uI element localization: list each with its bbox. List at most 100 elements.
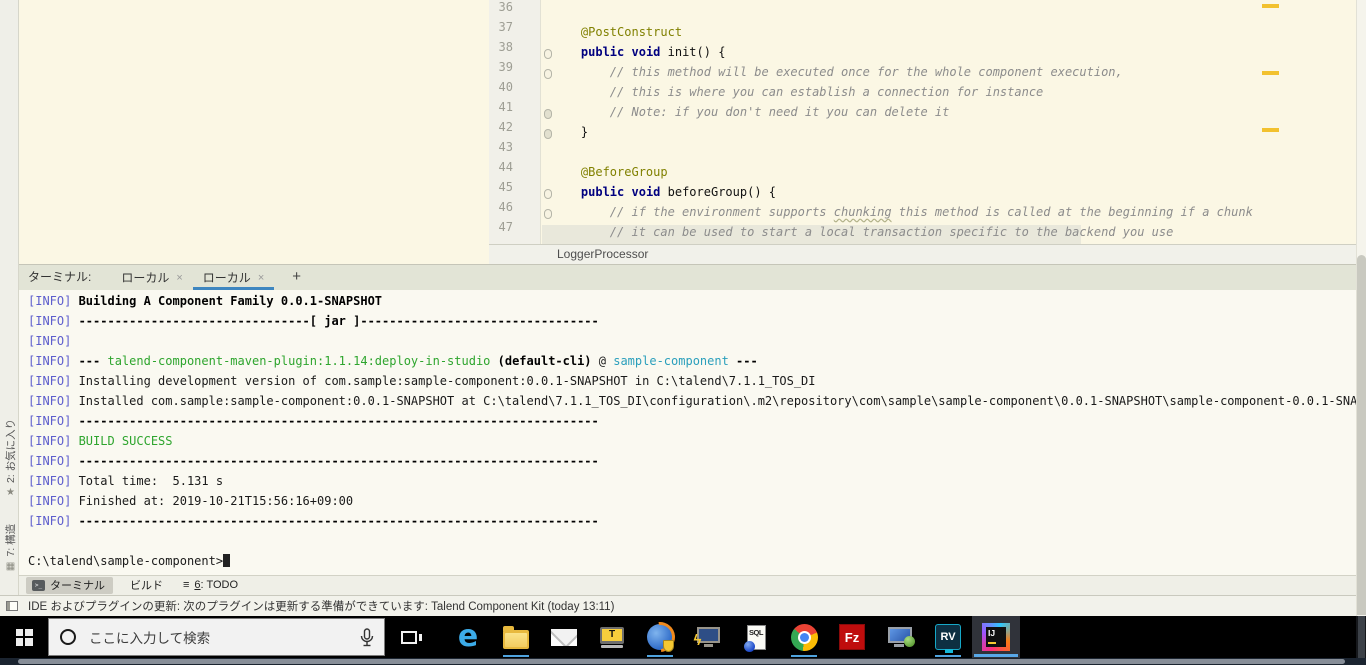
terminal-line: C:\talend\sample-component> xyxy=(28,554,1356,574)
terminal-icon: >_ xyxy=(32,579,45,591)
code-line: // it can be used to start a local trans… xyxy=(609,225,1174,239)
running-indicator xyxy=(647,655,673,657)
sql-icon: SQL xyxy=(743,624,766,652)
toolwindow-toggle-icon[interactable] xyxy=(6,601,18,611)
taskbar-app-mail[interactable] xyxy=(540,616,588,658)
edge-icon: e xyxy=(457,619,479,654)
terminal-line: [INFO] ---------------------------------… xyxy=(28,454,599,468)
close-tab-icon[interactable]: × xyxy=(258,272,264,284)
taskbar-app-pcremote[interactable] xyxy=(876,616,924,658)
terminal-tab-label: ローカル xyxy=(202,271,251,285)
chrome-icon xyxy=(790,623,818,651)
taskbar-search-input[interactable]: ここに入力して検索 xyxy=(48,618,385,656)
taskbar-app-edge[interactable]: e xyxy=(444,616,492,658)
stripe-button-label: 7: 構造 xyxy=(4,523,17,557)
fold-marker[interactable] xyxy=(544,189,552,199)
terminal-tab[interactable]: ローカル × xyxy=(193,265,274,290)
close-tab-icon[interactable]: × xyxy=(176,272,182,284)
terminal-output[interactable]: [INFO] Building A Component Family 0.0.1… xyxy=(19,290,1356,575)
new-terminal-tab-button[interactable]: + xyxy=(286,265,307,290)
taskbar-app-filezilla[interactable]: Fz xyxy=(828,616,876,658)
status-message[interactable]: IDE およびプラグインの更新: 次のプラグインは更新する準備ができています: … xyxy=(28,598,614,614)
fold-marker[interactable] xyxy=(544,69,552,79)
taskbar-app-chrome[interactable] xyxy=(780,616,828,658)
terminal-line: [INFO] ---------------------------------… xyxy=(28,414,599,428)
fold-marker[interactable] xyxy=(544,49,552,59)
fold-marker[interactable] xyxy=(544,129,552,139)
terminal-cursor xyxy=(223,554,231,567)
toolwindow-button-label: 6: TODO xyxy=(194,579,239,591)
code-line: } xyxy=(552,125,589,139)
line-number: 47 xyxy=(498,220,513,234)
line-number: 41 xyxy=(498,100,513,114)
code-line: public void beforeGroup() { xyxy=(580,185,776,199)
code-editor[interactable]: @PostConstruct public void init() { // t… xyxy=(541,5,1356,245)
terminal-header: ターミナル: ローカル × ローカル × + xyxy=(19,264,1356,290)
taskbar-app-teraterm[interactable]: T xyxy=(588,616,636,658)
terminal-label: ターミナル: xyxy=(28,270,92,284)
windows-logo-icon xyxy=(15,628,33,646)
left-toolwindow-stripe: ★ 2: お気に入り ▦ 7: 構造 xyxy=(0,0,19,595)
taskbar-app-realvnc[interactable]: RV xyxy=(924,616,972,658)
taskbar-app-globe[interactable] xyxy=(636,616,684,658)
task-view-icon xyxy=(401,630,422,644)
terminal-line: [INFO] Finished at: 2019-10-21T15:56:16+… xyxy=(28,494,354,508)
terminal-tab-label: ローカル xyxy=(121,271,170,285)
change-marker xyxy=(1262,128,1279,132)
explorer-icon xyxy=(503,625,529,649)
terminal-tab[interactable]: ローカル × xyxy=(111,265,192,290)
toolwindow-button-build[interactable]: ビルド xyxy=(119,577,171,594)
code-line: @PostConstruct xyxy=(580,25,683,39)
line-number: 38 xyxy=(498,40,513,54)
change-marker xyxy=(1262,71,1279,75)
intellij-icon: IJ xyxy=(982,623,1010,651)
task-view-button[interactable] xyxy=(385,616,433,658)
line-number: 36 xyxy=(498,0,513,14)
toolwindow-button-terminal[interactable]: >_ ターミナル xyxy=(26,577,113,594)
toolwindow-button-label: ターミナル xyxy=(50,580,105,592)
stripe-button-favorites[interactable]: ★ 2: お気に入り xyxy=(3,419,17,498)
start-button[interactable] xyxy=(0,616,48,658)
editor-tab-bar: LoggerProcessor xyxy=(489,244,1356,264)
terminal-line: [INFO] BUILD SUCCESS xyxy=(28,434,173,448)
mail-icon xyxy=(551,628,577,646)
terminal-line: [INFO] Total time: 5.131 s xyxy=(28,474,224,488)
horizontal-scrollbar-thumb[interactable] xyxy=(18,659,1345,664)
fold-marker[interactable] xyxy=(544,109,552,119)
vertical-scrollbar-thumb-dark[interactable] xyxy=(1358,616,1365,658)
terminal-line: [INFO] --- talend-component-maven-plugin… xyxy=(28,354,758,368)
pclight-icon: ϟ xyxy=(694,627,720,649)
terminal-line: [INFO] ---------------------------------… xyxy=(28,514,599,528)
structure-icon: ▦ xyxy=(5,560,15,572)
todo-icon: ≡ xyxy=(183,579,190,591)
taskbar-app-sql[interactable]: SQL xyxy=(732,616,780,658)
running-indicator xyxy=(974,654,1018,657)
line-number: 44 xyxy=(498,160,513,174)
running-indicator xyxy=(791,655,817,657)
taskbar-app-explorer[interactable] xyxy=(492,616,540,658)
terminal-tabs: ローカル × ローカル × xyxy=(111,265,274,290)
toolwindow-button-todo[interactable]: ≡ 6: TODO xyxy=(177,577,246,594)
cortana-icon xyxy=(60,629,76,645)
vertical-scrollbar-thumb[interactable] xyxy=(1357,255,1366,615)
stripe-button-structure[interactable]: ▦ 7: 構造 xyxy=(3,523,17,572)
filezilla-icon: Fz xyxy=(839,624,865,650)
pcremote-icon xyxy=(888,627,915,647)
terminal-line: [INFO] Building A Component Family 0.0.1… xyxy=(28,294,383,308)
change-marker xyxy=(1262,4,1279,8)
editor-tab-loggerprocessor[interactable]: LoggerProcessor xyxy=(489,245,648,263)
windows-taskbar: ここに入力して検索 e Tϟ SQL Fz RV IJ xyxy=(0,616,1366,658)
microphone-icon[interactable] xyxy=(360,628,374,648)
taskbar-app-pclight[interactable]: ϟ xyxy=(684,616,732,658)
realvnc-icon: RV xyxy=(935,624,961,653)
search-placeholder: ここに入力して検索 xyxy=(89,631,211,646)
fold-marker[interactable] xyxy=(544,209,552,219)
taskbar-app-intellij[interactable]: IJ xyxy=(972,616,1020,658)
running-indicator xyxy=(935,655,961,657)
teraterm-icon: T xyxy=(600,626,624,648)
line-number: 45 xyxy=(498,180,513,194)
fold-column xyxy=(542,5,554,245)
